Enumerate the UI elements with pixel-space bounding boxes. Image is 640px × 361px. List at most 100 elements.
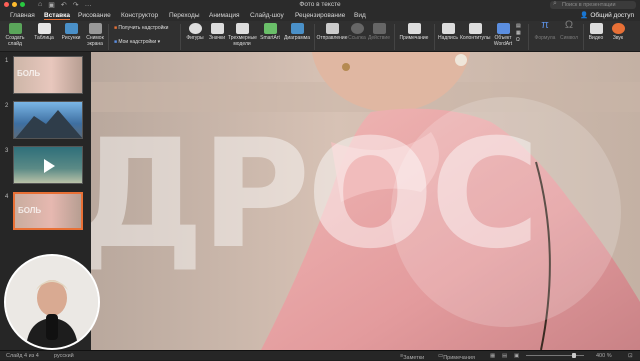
divider <box>108 24 109 50</box>
tab-slideshow[interactable]: Слайд-шоу <box>250 12 284 19</box>
zoom-label: Отправление <box>316 35 348 41</box>
icons-button[interactable]: Значки <box>207 23 227 42</box>
shapes-button[interactable]: Фигуры <box>184 23 206 42</box>
header-footer-button[interactable]: Колонтитулы <box>460 23 490 42</box>
view-normal-icon[interactable]: ▦ <box>490 353 495 359</box>
textbox-label: Надпись <box>438 35 458 41</box>
table-label: Таблица <box>34 35 54 41</box>
audio-icon <box>611 23 625 34</box>
comment-icon <box>407 23 421 34</box>
link-label: Ссылка <box>348 35 366 41</box>
tab-animations[interactable]: Анимация <box>209 12 240 19</box>
comments-label: Примечания <box>443 355 475 361</box>
tab-review[interactable]: Рецензирование <box>295 12 345 19</box>
textbox-button[interactable]: Надпись <box>436 23 460 42</box>
notes-label: Заметки <box>403 355 425 361</box>
mountain-image <box>15 110 82 138</box>
presenter-face-image <box>6 256 98 348</box>
comment-button[interactable]: Примечание <box>397 23 431 42</box>
slide-number: 4 <box>5 194 9 200</box>
symbol-label: Символ <box>559 35 579 41</box>
chart-label: Диаграмма <box>283 35 310 41</box>
slide-thumbnail-1[interactable]: 1 БОЛЬ <box>0 54 91 96</box>
wordart-icon <box>496 23 510 34</box>
wordart-label: Объект WordArt <box>493 35 513 47</box>
view-reading-icon[interactable]: ▣ <box>514 353 519 359</box>
table-button[interactable]: Таблица <box>32 23 56 42</box>
video-button[interactable]: Видео <box>586 23 606 42</box>
tab-home[interactable]: Главная <box>10 12 35 19</box>
my-addins-label: Мои надстройки <box>118 39 157 45</box>
language-indicator[interactable]: русский <box>54 353 74 359</box>
comments-button[interactable]: ▭ Примечания <box>438 353 475 361</box>
video-label: Видео <box>588 35 604 41</box>
header-footer-label: Колонтитулы <box>460 35 491 41</box>
shapes-icon <box>188 23 202 34</box>
slide-number: 3 <box>5 148 9 154</box>
new-slide-icon <box>8 23 22 34</box>
slide-number: 2 <box>5 103 9 109</box>
my-addins-button[interactable]: ■ Мои надстройки ▾ <box>114 39 160 45</box>
tab-transitions[interactable]: Переходы <box>169 12 200 19</box>
audio-button[interactable]: Звук <box>608 23 628 42</box>
divider <box>434 24 435 50</box>
share-button[interactable]: 👤 Общий доступ <box>580 11 634 19</box>
slide-thumbnail-4[interactable]: 4 БОЛЬ <box>0 190 91 232</box>
cube-icon <box>235 23 249 34</box>
pictures-button[interactable]: Рисунки <box>60 23 82 42</box>
symbol-button[interactable]: Ω Символ <box>558 20 580 42</box>
slide-thumbnail-2[interactable]: 2 <box>0 99 91 141</box>
smartart-label: SmartArt <box>260 35 280 41</box>
search-input[interactable]: Поиск в презентации <box>550 0 636 9</box>
chart-button[interactable]: Диаграмма <box>283 23 311 42</box>
text-tools-icons[interactable]: ▤ ▦ Ω <box>516 23 521 44</box>
tab-design[interactable]: Конструктор <box>121 12 158 19</box>
tab-insert[interactable]: Вставка <box>44 12 70 20</box>
fit-slide-icon[interactable]: ⊡ <box>628 353 633 359</box>
zoom-slider-handle[interactable] <box>572 353 576 358</box>
screenshot-button[interactable]: Снимок экрана <box>84 23 106 47</box>
get-addins-button[interactable]: ■ Получить надстройки <box>114 25 168 31</box>
slide-3-preview <box>13 146 83 184</box>
notes-button[interactable]: ≡ Заметки <box>400 353 424 361</box>
slide-canvas[interactable]: ДРОС <box>91 52 640 350</box>
slide-1-label: БОЛЬ <box>17 69 41 78</box>
zoom-level[interactable]: 400 % <box>596 353 612 359</box>
smartart-button[interactable]: SmartArt <box>258 23 282 42</box>
screenshot-icon <box>88 23 102 34</box>
smartart-icon <box>263 23 277 34</box>
action-button[interactable]: Действие <box>367 23 391 42</box>
comment-label: Примечание <box>399 35 429 41</box>
action-icon <box>372 23 386 34</box>
slide-thumbnail-3[interactable]: 3 <box>0 144 91 186</box>
icons-icon <box>210 23 224 34</box>
textbox-icon <box>441 23 455 34</box>
zoom-button[interactable]: Отправление <box>316 23 348 42</box>
wordart-button[interactable]: Объект WordArt <box>491 23 515 47</box>
3d-models-button[interactable]: Трехмерные модели <box>228 23 257 47</box>
equation-label: Формула <box>534 35 556 41</box>
table-icon <box>37 23 51 34</box>
link-button[interactable]: Ссылка <box>348 23 366 42</box>
chart-icon <box>290 23 304 34</box>
icons-label: Значки <box>208 35 226 41</box>
shapes-label: Фигуры <box>186 35 204 41</box>
3d-models-label: Трехмерные модели <box>228 35 257 47</box>
tab-draw[interactable]: Рисование <box>78 12 111 19</box>
tab-view[interactable]: Вид <box>354 12 366 19</box>
zoom-icon <box>325 23 339 34</box>
view-sorter-icon[interactable]: ▤ <box>502 353 507 359</box>
slide-2-preview <box>13 101 83 139</box>
header-footer-icon <box>468 23 482 34</box>
audio-label: Звук <box>612 35 624 41</box>
store-icon: ■ <box>114 25 118 31</box>
equation-button[interactable]: π Формула <box>532 20 558 42</box>
status-bar: Слайд 4 из 4 русский ≡ Заметки ▭ Примеча… <box>0 350 640 361</box>
document-title: Фото в тексте <box>299 1 341 8</box>
slide-1-preview: БОЛЬ <box>13 56 83 94</box>
link-icon <box>350 23 364 34</box>
slide-big-text[interactable]: ДРОС <box>91 120 540 270</box>
new-slide-button[interactable]: Создать слайд <box>2 23 28 47</box>
slide-4-preview: БОЛЬ <box>13 192 83 230</box>
title-bar: ⌂ ▣ ↶ ↷ … Фото в тексте Поиск в презента… <box>0 0 640 10</box>
